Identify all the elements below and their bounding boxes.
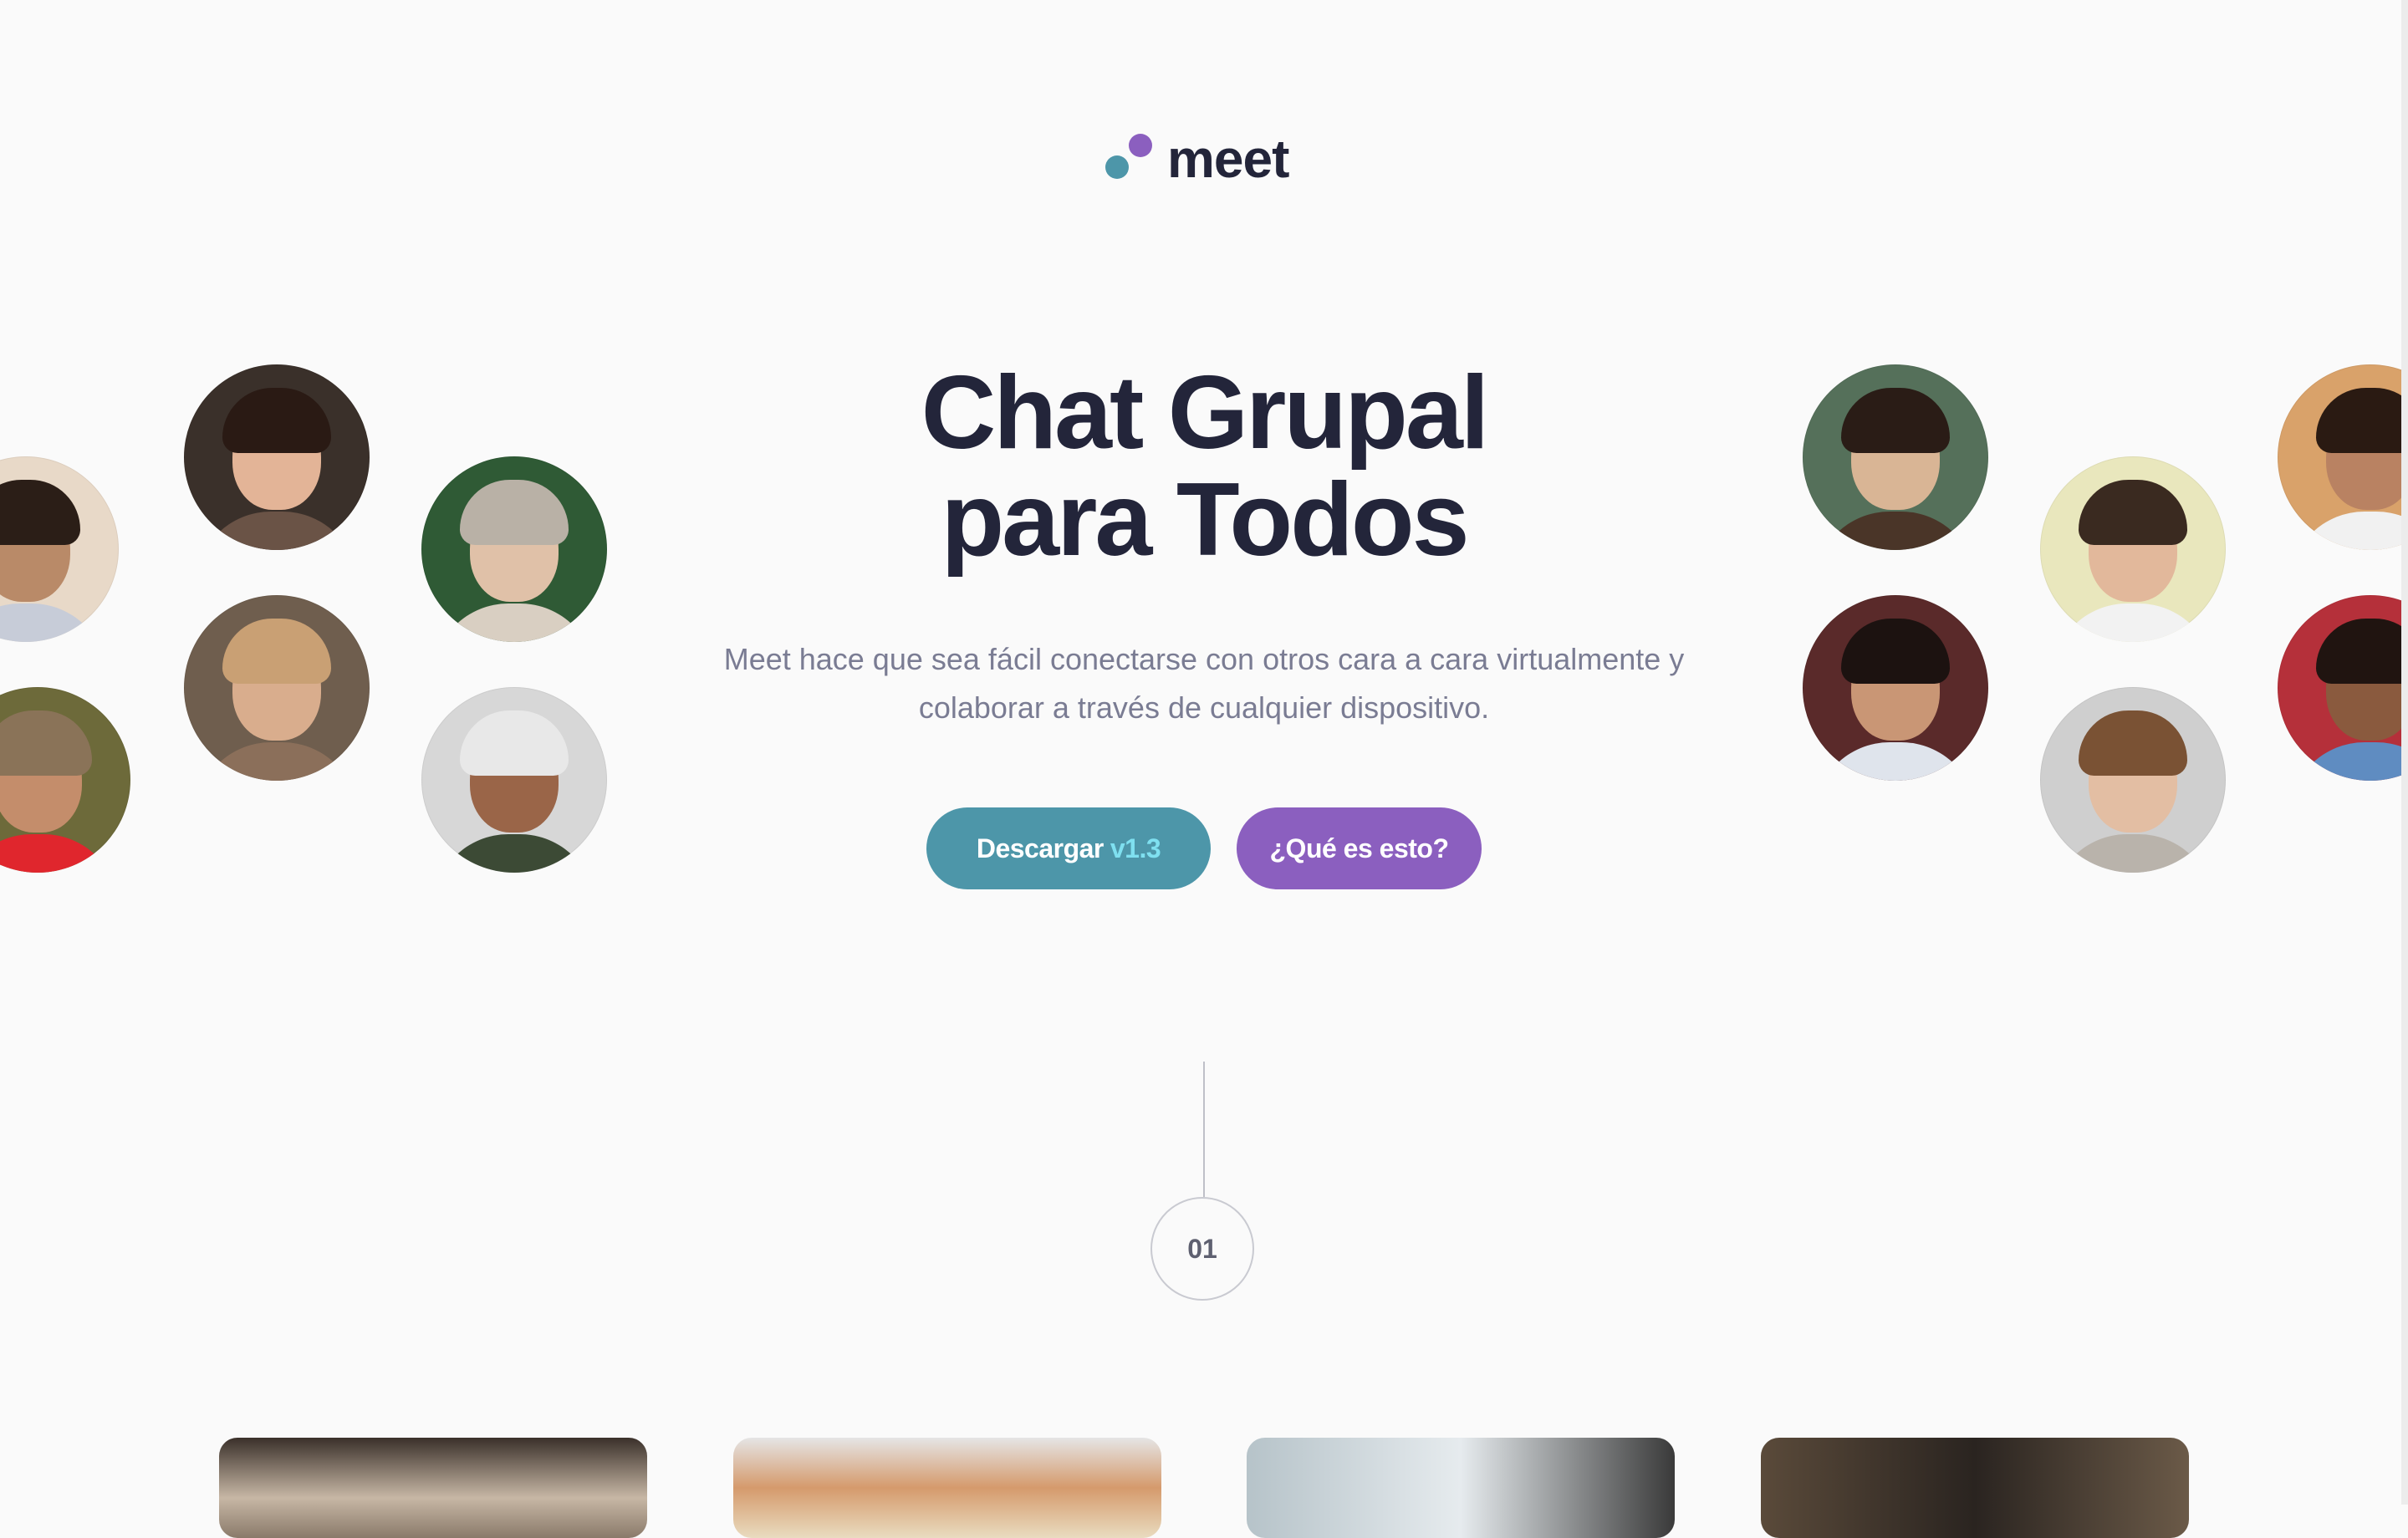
hero-title-line2: para Todos	[941, 462, 1469, 578]
logo-dot-teal	[1105, 155, 1129, 179]
download-label: Descargar	[976, 833, 1105, 863]
hero-subtitle-line2: colaborar a través de cualquier disposit…	[918, 690, 1490, 725]
hero-title-line1: Chat Grupal	[921, 355, 1490, 471]
what-is-this-button[interactable]: ¿Qué es esto?	[1237, 807, 1482, 889]
avatar-right-floral	[1803, 595, 1988, 781]
page-scrollbar[interactable]	[2401, 0, 2408, 1505]
avatar-left-woman-smile	[184, 364, 370, 550]
avatar-right-curly	[2040, 687, 2226, 873]
download-version: v1.3	[1110, 833, 1161, 863]
hero-title: Chat Grupal para Todos	[786, 359, 1622, 573]
avatar-right-laughing	[2040, 456, 2226, 642]
feature-card-3[interactable]	[1247, 1438, 1675, 1538]
hero-subtitle-line1: Meet hace que sea fácil conectarse con o…	[723, 642, 1685, 676]
avatar-right-sunglasses	[1803, 364, 1988, 550]
what-is-this-label: ¿Qué es esto?	[1269, 833, 1450, 863]
step-number-badge: 01	[1150, 1197, 1254, 1301]
download-button[interactable]: Descargar v1.3	[926, 807, 1211, 889]
avatar-left-edge-bottom	[0, 687, 130, 873]
feature-card-2[interactable]	[733, 1438, 1161, 1538]
avatar-right-edge-bottom	[2278, 595, 2408, 781]
meet-logo[interactable]: meet	[1099, 125, 1316, 192]
logo-dot-purple	[1129, 134, 1152, 157]
avatar-left-woman-sun	[184, 595, 370, 781]
avatar-left-edge-top	[0, 456, 119, 642]
logo-wordmark: meet	[1167, 129, 1289, 189]
avatar-left-older-man	[421, 687, 607, 873]
hero-subtitle: Meet hace que sea fácil conectarse con o…	[686, 635, 1722, 732]
timeline-line	[1203, 1062, 1205, 1197]
avatar-right-edge-top	[2278, 364, 2408, 550]
feature-card-4[interactable]	[1761, 1438, 2189, 1538]
avatar-left-man-coat	[421, 456, 607, 642]
feature-card-1[interactable]	[219, 1438, 647, 1538]
